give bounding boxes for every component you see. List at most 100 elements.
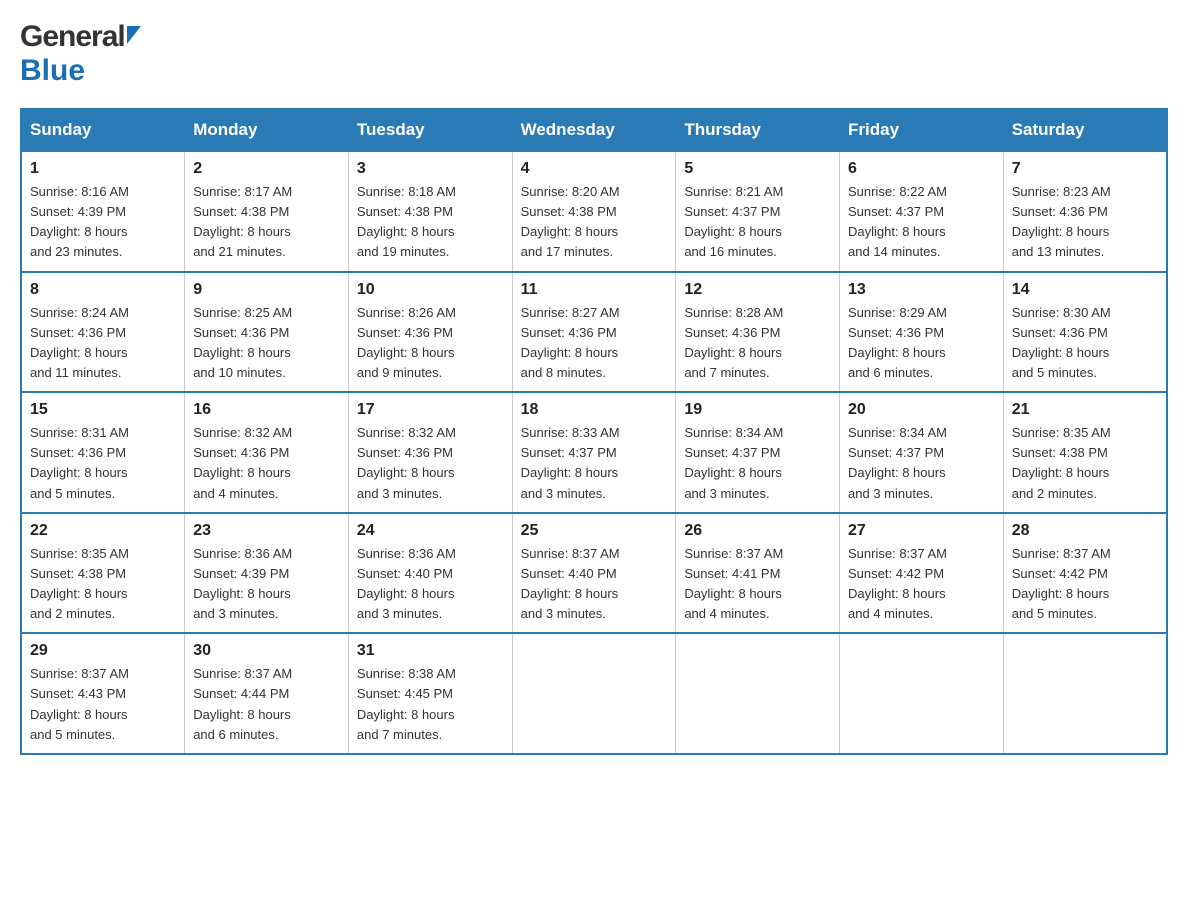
calendar-cell: 7 Sunrise: 8:23 AMSunset: 4:36 PMDaylight… <box>1003 151 1167 272</box>
day-info: Sunrise: 8:37 AMSunset: 4:44 PMDaylight:… <box>193 666 292 741</box>
day-number: 3 <box>357 160 504 178</box>
calendar-cell: 1 Sunrise: 8:16 AMSunset: 4:39 PMDaylight… <box>21 151 185 272</box>
day-info: Sunrise: 8:36 AMSunset: 4:39 PMDaylight:… <box>193 546 292 621</box>
day-number: 19 <box>684 401 831 419</box>
calendar-cell: 4Sunrise: 8:20 AMSunset: 4:38 PMDaylight… <box>512 151 676 272</box>
day-number: 9 <box>193 281 340 299</box>
day-number: 14 <box>1012 281 1158 299</box>
day-number: 29 <box>30 642 176 660</box>
calendar-cell: 13 Sunrise: 8:29 AMSunset: 4:36 PMDayligh… <box>840 272 1004 393</box>
calendar-week-row: 29 Sunrise: 8:37 AMSunset: 4:43 PMDayligh… <box>21 633 1167 754</box>
day-number: 12 <box>684 281 831 299</box>
col-header-saturday: Saturday <box>1003 109 1167 151</box>
col-header-tuesday: Tuesday <box>348 109 512 151</box>
day-info: Sunrise: 8:20 AMSunset: 4:38 PMDaylight:… <box>521 184 620 259</box>
day-number: 18 <box>521 401 668 419</box>
day-info: Sunrise: 8:35 AMSunset: 4:38 PMDaylight:… <box>30 546 129 621</box>
calendar-cell: 15Sunrise: 8:31 AMSunset: 4:36 PMDayligh… <box>21 392 185 513</box>
day-info: Sunrise: 8:35 AMSunset: 4:38 PMDaylight:… <box>1012 425 1111 500</box>
day-info: Sunrise: 8:24 AMSunset: 4:36 PMDaylight:… <box>30 305 129 380</box>
logo: General Blue <box>20 20 141 88</box>
logo-general-text: General <box>20 20 125 54</box>
day-number: 31 <box>357 642 504 660</box>
calendar-cell: 19 Sunrise: 8:34 AMSunset: 4:37 PMDayligh… <box>676 392 840 513</box>
calendar-cell <box>512 633 676 754</box>
calendar-cell: 14 Sunrise: 8:30 AMSunset: 4:36 PMDayligh… <box>1003 272 1167 393</box>
day-info: Sunrise: 8:38 AMSunset: 4:45 PMDaylight:… <box>357 666 456 741</box>
day-number: 21 <box>1012 401 1158 419</box>
day-number: 22 <box>30 522 176 540</box>
day-number: 13 <box>848 281 995 299</box>
day-number: 30 <box>193 642 340 660</box>
day-info: Sunrise: 8:36 AMSunset: 4:40 PMDaylight:… <box>357 546 456 621</box>
calendar-cell: 24 Sunrise: 8:36 AMSunset: 4:40 PMDayligh… <box>348 513 512 634</box>
day-info: Sunrise: 8:27 AMSunset: 4:36 PMDaylight:… <box>521 305 620 380</box>
col-header-friday: Friday <box>840 109 1004 151</box>
day-number: 10 <box>357 281 504 299</box>
calendar-week-row: 22 Sunrise: 8:35 AMSunset: 4:38 PMDayligh… <box>21 513 1167 634</box>
col-header-monday: Monday <box>185 109 349 151</box>
day-info: Sunrise: 8:29 AMSunset: 4:36 PMDaylight:… <box>848 305 947 380</box>
calendar-cell: 25 Sunrise: 8:37 AMSunset: 4:40 PMDayligh… <box>512 513 676 634</box>
calendar-cell: 6Sunrise: 8:22 AMSunset: 4:37 PMDaylight… <box>840 151 1004 272</box>
calendar-cell <box>840 633 1004 754</box>
day-info: Sunrise: 8:31 AMSunset: 4:36 PMDaylight:… <box>30 425 129 500</box>
day-number: 23 <box>193 522 340 540</box>
day-number: 5 <box>684 160 831 178</box>
day-info: Sunrise: 8:16 AMSunset: 4:39 PMDaylight:… <box>30 184 129 259</box>
day-info: Sunrise: 8:33 AMSunset: 4:37 PMDaylight:… <box>521 425 620 500</box>
day-number: 8 <box>30 281 176 299</box>
page-header: General Blue <box>20 20 1168 88</box>
day-info: Sunrise: 8:23 AMSunset: 4:36 PMDaylight:… <box>1012 184 1111 259</box>
day-number: 7 <box>1012 160 1158 178</box>
day-info: Sunrise: 8:30 AMSunset: 4:36 PMDaylight:… <box>1012 305 1111 380</box>
day-number: 28 <box>1012 522 1158 540</box>
calendar-cell: 9 Sunrise: 8:25 AMSunset: 4:36 PMDaylight… <box>185 272 349 393</box>
calendar-cell: 30 Sunrise: 8:37 AMSunset: 4:44 PMDayligh… <box>185 633 349 754</box>
day-number: 27 <box>848 522 995 540</box>
col-header-thursday: Thursday <box>676 109 840 151</box>
col-header-sunday: Sunday <box>21 109 185 151</box>
calendar-cell: 31 Sunrise: 8:38 AMSunset: 4:45 PMDayligh… <box>348 633 512 754</box>
calendar-cell: 2Sunrise: 8:17 AMSunset: 4:38 PMDaylight… <box>185 151 349 272</box>
calendar-cell: 8 Sunrise: 8:24 AMSunset: 4:36 PMDaylight… <box>21 272 185 393</box>
day-number: 26 <box>684 522 831 540</box>
logo-arrow-icon <box>127 26 141 44</box>
day-number: 1 <box>30 160 176 178</box>
logo-blue-text: Blue <box>20 54 85 88</box>
day-info: Sunrise: 8:34 AMSunset: 4:37 PMDaylight:… <box>848 425 947 500</box>
day-number: 25 <box>521 522 668 540</box>
calendar-cell: 22 Sunrise: 8:35 AMSunset: 4:38 PMDayligh… <box>21 513 185 634</box>
day-number: 24 <box>357 522 504 540</box>
calendar-cell: 23 Sunrise: 8:36 AMSunset: 4:39 PMDayligh… <box>185 513 349 634</box>
day-info: Sunrise: 8:32 AMSunset: 4:36 PMDaylight:… <box>193 425 292 500</box>
day-info: Sunrise: 8:32 AMSunset: 4:36 PMDaylight:… <box>357 425 456 500</box>
day-info: Sunrise: 8:37 AMSunset: 4:43 PMDaylight:… <box>30 666 129 741</box>
calendar-cell <box>676 633 840 754</box>
day-info: Sunrise: 8:25 AMSunset: 4:36 PMDaylight:… <box>193 305 292 380</box>
day-info: Sunrise: 8:22 AMSunset: 4:37 PMDaylight:… <box>848 184 947 259</box>
calendar-cell: 26 Sunrise: 8:37 AMSunset: 4:41 PMDayligh… <box>676 513 840 634</box>
calendar-week-row: 1 Sunrise: 8:16 AMSunset: 4:39 PMDaylight… <box>21 151 1167 272</box>
day-number: 17 <box>357 401 504 419</box>
day-number: 16 <box>193 401 340 419</box>
day-info: Sunrise: 8:18 AMSunset: 4:38 PMDaylight:… <box>357 184 456 259</box>
day-info: Sunrise: 8:37 AMSunset: 4:42 PMDaylight:… <box>1012 546 1111 621</box>
calendar-cell: 11Sunrise: 8:27 AMSunset: 4:36 PMDayligh… <box>512 272 676 393</box>
calendar-cell: 21 Sunrise: 8:35 AMSunset: 4:38 PMDayligh… <box>1003 392 1167 513</box>
calendar-cell: 18 Sunrise: 8:33 AMSunset: 4:37 PMDayligh… <box>512 392 676 513</box>
day-info: Sunrise: 8:37 AMSunset: 4:40 PMDaylight:… <box>521 546 620 621</box>
day-info: Sunrise: 8:28 AMSunset: 4:36 PMDaylight:… <box>684 305 783 380</box>
day-info: Sunrise: 8:21 AMSunset: 4:37 PMDaylight:… <box>684 184 783 259</box>
day-info: Sunrise: 8:34 AMSunset: 4:37 PMDaylight:… <box>684 425 783 500</box>
calendar-cell <box>1003 633 1167 754</box>
calendar-cell: 5 Sunrise: 8:21 AMSunset: 4:37 PMDaylight… <box>676 151 840 272</box>
calendar-cell: 28 Sunrise: 8:37 AMSunset: 4:42 PMDayligh… <box>1003 513 1167 634</box>
calendar-cell: 20Sunrise: 8:34 AMSunset: 4:37 PMDayligh… <box>840 392 1004 513</box>
day-info: Sunrise: 8:37 AMSunset: 4:41 PMDaylight:… <box>684 546 783 621</box>
calendar-week-row: 15Sunrise: 8:31 AMSunset: 4:36 PMDayligh… <box>21 392 1167 513</box>
calendar-cell: 27Sunrise: 8:37 AMSunset: 4:42 PMDayligh… <box>840 513 1004 634</box>
day-number: 2 <box>193 160 340 178</box>
calendar-cell: 10Sunrise: 8:26 AMSunset: 4:36 PMDayligh… <box>348 272 512 393</box>
calendar-table: SundayMondayTuesdayWednesdayThursdayFrid… <box>20 108 1168 755</box>
